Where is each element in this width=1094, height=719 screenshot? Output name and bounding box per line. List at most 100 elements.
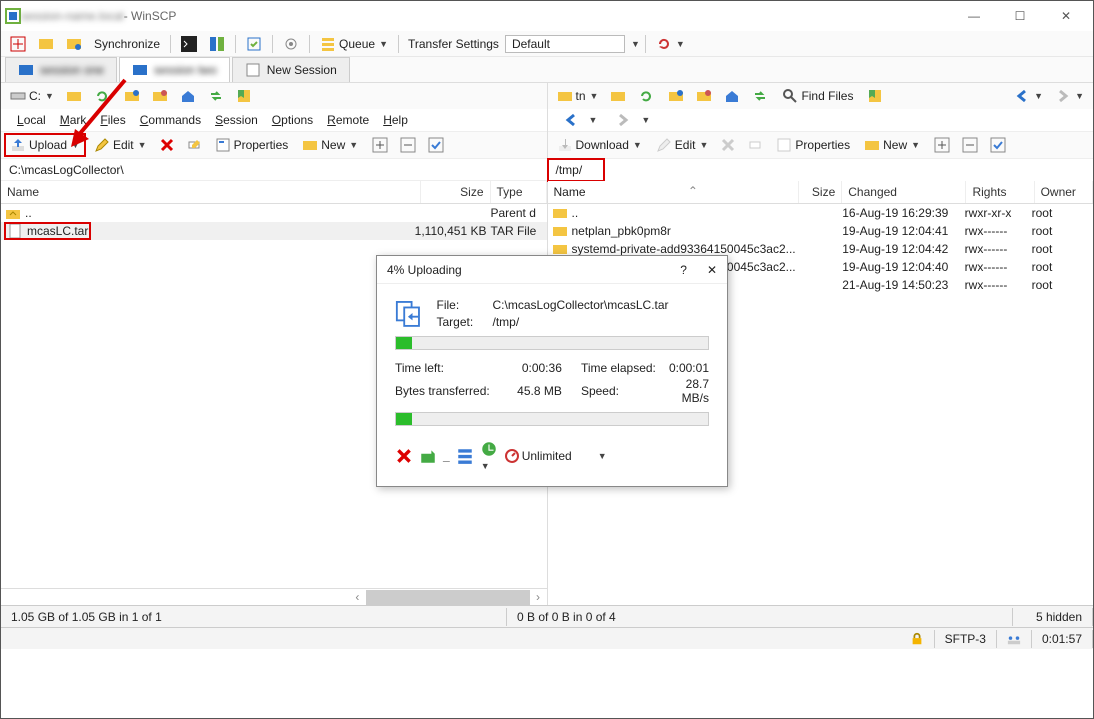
download-button[interactable]: Download▼ bbox=[552, 134, 647, 156]
col-name[interactable]: Name bbox=[1, 181, 421, 203]
list-item[interactable]: ..16-Aug-19 16:29:39rwxr-xr-xroot bbox=[548, 204, 1094, 222]
status-bar: 1.05 GB of 1.05 GB in 1 of 1 0 B of 0 B … bbox=[1, 605, 1093, 627]
open-dir-icon[interactable] bbox=[61, 85, 87, 107]
nav-fwd-icon[interactable]: ▼ bbox=[1050, 85, 1089, 107]
lock-icon bbox=[900, 630, 935, 648]
hidden-count: 5 hidden bbox=[1013, 608, 1093, 626]
session-tab-1[interactable]: session one bbox=[5, 57, 117, 82]
upload-button[interactable]: Upload▼ bbox=[5, 134, 85, 156]
r-nav1-icon[interactable] bbox=[663, 85, 689, 107]
dialog-close-button[interactable]: ✕ bbox=[707, 263, 717, 277]
r-new-button[interactable]: New▼ bbox=[859, 134, 925, 156]
new-session-tab[interactable]: New Session bbox=[232, 57, 350, 82]
addsession-icon[interactable] bbox=[5, 33, 31, 55]
r-refresh-icon[interactable] bbox=[633, 85, 659, 107]
list-item[interactable]: .. Parent d bbox=[1, 204, 547, 222]
close-button[interactable]: ✕ bbox=[1043, 1, 1089, 31]
r-selectall-icon[interactable] bbox=[985, 134, 1011, 156]
local-drive-select[interactable]: C:▼ bbox=[5, 85, 59, 107]
transfer-settings-select[interactable]: Default bbox=[505, 35, 625, 53]
terminal-icon[interactable] bbox=[176, 33, 202, 55]
local-path-bar: C:\mcasLogCollector\ bbox=[1, 159, 547, 181]
remote-dir-select[interactable]: tn▼ bbox=[552, 85, 604, 107]
menu-mark[interactable]: Mark bbox=[54, 111, 93, 129]
r-home-icon[interactable] bbox=[719, 85, 745, 107]
find-files-button[interactable]: Find Files bbox=[777, 85, 858, 107]
nav-fwd2-icon[interactable]: ▼ bbox=[610, 109, 661, 131]
r-properties-button[interactable]: Properties bbox=[771, 134, 855, 156]
remote-path-bar: /tmp/ bbox=[548, 159, 604, 181]
bookmark-icon[interactable] bbox=[231, 85, 257, 107]
local-list-header: Name Size Type bbox=[1, 181, 547, 204]
session-tab-2[interactable]: session two bbox=[119, 57, 230, 82]
col-r-rights[interactable]: Rights bbox=[966, 181, 1034, 203]
col-r-changed[interactable]: Changed bbox=[842, 181, 966, 203]
r-bookmark-icon[interactable] bbox=[862, 85, 888, 107]
sync1-icon[interactable] bbox=[33, 33, 59, 55]
compare-icon[interactable] bbox=[204, 33, 230, 55]
edit-button[interactable]: Edit▼ bbox=[89, 134, 152, 156]
delete-button[interactable] bbox=[154, 134, 180, 156]
new-button[interactable]: New▼ bbox=[297, 134, 363, 156]
queue-button[interactable]: Queue▼ bbox=[315, 33, 393, 55]
scrollbar-thumb[interactable] bbox=[366, 590, 530, 605]
menu-session[interactable]: Session bbox=[209, 111, 264, 129]
r-rename-icon[interactable] bbox=[743, 134, 769, 156]
r-nav2-icon[interactable] bbox=[691, 85, 717, 107]
menu-files[interactable]: Files bbox=[94, 111, 131, 129]
menu-help[interactable]: Help bbox=[377, 111, 414, 129]
remote-list-header: Name⌃ Size Changed Rights Owner bbox=[548, 181, 1094, 204]
background-icon[interactable] bbox=[456, 447, 474, 465]
maximize-button[interactable]: ☐ bbox=[997, 1, 1043, 31]
col-r-size[interactable]: Size bbox=[799, 181, 842, 203]
minimize-icon[interactable] bbox=[419, 447, 437, 465]
file-icon bbox=[7, 223, 23, 239]
help-button[interactable]: ? bbox=[680, 263, 687, 277]
nav-back2-icon[interactable]: ▼ bbox=[558, 109, 609, 131]
properties-button[interactable]: Properties bbox=[210, 134, 294, 156]
r-open-icon[interactable] bbox=[605, 85, 631, 107]
menu-remote[interactable]: Remote bbox=[321, 111, 375, 129]
plus-icon[interactable] bbox=[367, 134, 393, 156]
nav2-icon[interactable] bbox=[147, 85, 173, 107]
list-item[interactable]: netplan_pbk0pm8r19-Aug-19 12:04:41rwx---… bbox=[548, 222, 1094, 240]
net-icon bbox=[997, 630, 1032, 648]
transfer-settings-label: Transfer Settings bbox=[404, 37, 503, 51]
r-edit-button[interactable]: Edit▼ bbox=[651, 134, 714, 156]
selectall-icon[interactable] bbox=[423, 134, 449, 156]
col-size[interactable]: Size bbox=[421, 181, 491, 203]
settings-icon[interactable] bbox=[278, 33, 304, 55]
r-delete-button[interactable] bbox=[715, 134, 741, 156]
synchronize-button[interactable]: Synchronize bbox=[89, 34, 165, 54]
upload-dialog: 4% Uploading ? ✕ File:C:\mcasLogCollecto… bbox=[376, 255, 728, 487]
col-type[interactable]: Type bbox=[491, 181, 547, 203]
menu-options[interactable]: Options bbox=[266, 111, 319, 129]
list-item[interactable]: mcasLC.tar 1,110,451 KB TAR File bbox=[1, 222, 547, 240]
rename-icon[interactable] bbox=[182, 134, 208, 156]
cancel-icon[interactable] bbox=[395, 447, 413, 465]
sync2-icon[interactable] bbox=[61, 33, 87, 55]
minimize-button[interactable]: — bbox=[951, 1, 997, 31]
col-r-owner[interactable]: Owner bbox=[1035, 181, 1093, 203]
nav-back-icon[interactable]: ▼ bbox=[1009, 85, 1048, 107]
once-done-icon[interactable]: ▼ bbox=[480, 440, 498, 472]
bottom-status-bar: SFTP-3 0:01:57 bbox=[1, 627, 1093, 649]
sync-dirs-icon[interactable] bbox=[203, 85, 229, 107]
r-plus-icon[interactable] bbox=[929, 134, 955, 156]
scroll-left-icon[interactable]: ‹ bbox=[349, 589, 366, 605]
nav1-icon[interactable] bbox=[119, 85, 145, 107]
col-r-name[interactable]: Name⌃ bbox=[548, 181, 800, 203]
speed-limit-select[interactable]: Unlimited bbox=[504, 448, 572, 464]
minus-icon[interactable] bbox=[395, 134, 421, 156]
remote-action-bar: Download▼ Edit▼ Properties New▼ bbox=[548, 131, 1094, 159]
refresh-icon[interactable] bbox=[89, 85, 115, 107]
transfer-icon bbox=[395, 296, 425, 330]
keepuptodate-icon[interactable] bbox=[241, 33, 267, 55]
menu-commands[interactable]: Commands bbox=[134, 111, 207, 129]
home-icon[interactable] bbox=[175, 85, 201, 107]
menu-local[interactable]: Local bbox=[11, 111, 52, 129]
reconnect-icon[interactable]: ▼ bbox=[651, 33, 690, 55]
scroll-right-icon[interactable]: › bbox=[530, 589, 547, 605]
r-sync-icon[interactable] bbox=[747, 85, 773, 107]
r-minus-icon[interactable] bbox=[957, 134, 983, 156]
